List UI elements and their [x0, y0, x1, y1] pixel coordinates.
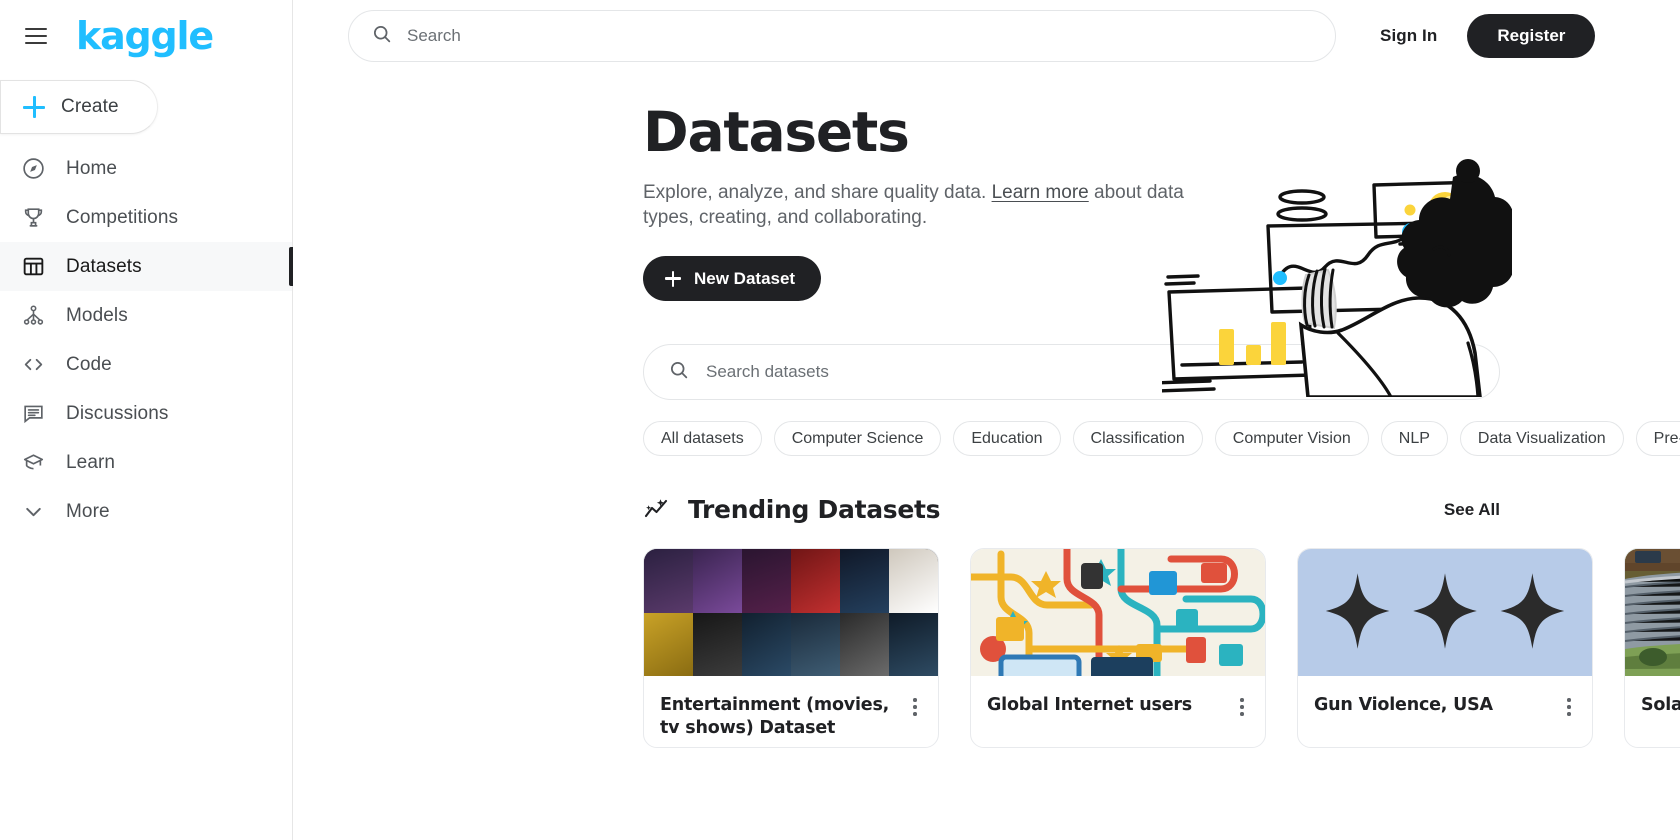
- compass-icon: [20, 156, 46, 182]
- dataset-card-title: Gun Violence, USA: [1314, 695, 1493, 715]
- dataset-search-bar[interactable]: Filters: [643, 344, 1500, 400]
- dataset-card[interactable]: Global Internet users: [970, 548, 1266, 748]
- more-options-icon[interactable]: [1233, 696, 1251, 718]
- new-dataset-button[interactable]: New Dataset: [643, 256, 822, 302]
- code-brackets-icon: [20, 352, 46, 378]
- hamburger-menu-icon[interactable]: [14, 14, 58, 58]
- chip-nlp[interactable]: NLP: [1380, 421, 1448, 456]
- trending-section-header: Trending Datasets See All: [293, 456, 1680, 524]
- dataset-card-header: Solar Energy Production: [1625, 676, 1680, 718]
- comment-lines-icon: [20, 401, 46, 427]
- dataset-thumbnail: [644, 549, 938, 676]
- dataset-search-input[interactable]: [706, 362, 1377, 382]
- page-root: kaggle Create Home Competitions Datasets…: [0, 0, 1680, 840]
- sidebar-item-models[interactable]: Models: [0, 291, 292, 340]
- global-search-bar[interactable]: [348, 10, 1336, 62]
- dataset-card[interactable]: Gun Violence, USA: [1297, 548, 1593, 748]
- sidebar-item-learn[interactable]: Learn: [0, 438, 292, 487]
- dataset-card[interactable]: Solar Energy Production: [1624, 548, 1680, 748]
- learn-more-link[interactable]: Learn more: [992, 182, 1089, 203]
- main-content: Sign In Register Datasets Explore, analy…: [293, 0, 1680, 840]
- dataset-card-subtitle: [1298, 718, 1592, 725]
- create-button[interactable]: Create: [0, 80, 158, 134]
- sidebar-item-label: Learn: [66, 451, 116, 473]
- dataset-thumbnail: [1625, 549, 1680, 676]
- plus-icon: [23, 96, 45, 118]
- more-options-icon[interactable]: [1560, 696, 1578, 718]
- sign-in-button[interactable]: Sign In: [1380, 26, 1437, 46]
- sidebar-item-more[interactable]: More: [0, 487, 292, 536]
- model-tree-icon: [20, 303, 46, 329]
- filter-icon: [1393, 360, 1413, 385]
- sidebar-item-home[interactable]: Home: [0, 144, 292, 193]
- sidebar-item-datasets[interactable]: Datasets: [0, 242, 293, 291]
- top-bar: Sign In Register: [293, 0, 1680, 72]
- chip-computer-vision[interactable]: Computer Vision: [1214, 421, 1369, 456]
- sidebar-item-label: Models: [66, 304, 128, 326]
- dataset-card-header: Entertainment (movies, tv shows) Dataset: [644, 676, 938, 740]
- table-icon: [20, 254, 46, 280]
- dataset-card-subtitle: [1625, 718, 1680, 725]
- hero-section: Datasets Explore, analyze, and share qua…: [293, 72, 1680, 399]
- dataset-card-title: Entertainment (movies, tv shows) Dataset: [660, 695, 890, 738]
- sidebar-item-label: Discussions: [66, 402, 169, 424]
- chevron-down-icon: [20, 499, 46, 525]
- dataset-search-section: Filters: [293, 330, 1680, 400]
- sidebar-item-label: Competitions: [66, 206, 179, 228]
- sidebar-item-code[interactable]: Code: [0, 340, 292, 389]
- dataset-card-header: Global Internet users: [971, 676, 1265, 718]
- trending-sparkle-icon: [643, 496, 671, 524]
- dataset-card-subtitle: [644, 740, 938, 747]
- hero-description-part1: Explore, analyze, and share quality data…: [643, 181, 992, 203]
- trending-heading: Trending Datasets: [688, 495, 941, 524]
- trophy-icon: [20, 205, 46, 231]
- sidebar-nav: Home Competitions Datasets Models Code D…: [0, 144, 293, 536]
- hero-description: Explore, analyze, and share quality data…: [643, 180, 1223, 231]
- search-icon: [668, 359, 690, 386]
- new-dataset-label: New Dataset: [694, 268, 796, 288]
- chip-all-datasets[interactable]: All datasets: [643, 421, 762, 456]
- filters-label: Filters: [1423, 362, 1475, 381]
- more-options-icon[interactable]: [906, 696, 924, 718]
- kaggle-logo[interactable]: kaggle: [76, 17, 214, 55]
- chip-pre-trained-model[interactable]: Pre-Trained Model: [1635, 421, 1680, 456]
- search-icon: [371, 23, 393, 50]
- dataset-thumbnail: [1298, 549, 1592, 676]
- trending-cards-row: Entertainment (movies, tv shows) Dataset: [293, 524, 1680, 748]
- chip-education[interactable]: Education: [953, 421, 1061, 456]
- filters-button[interactable]: Filters: [1393, 360, 1475, 385]
- dataset-card-title: Global Internet users: [987, 695, 1193, 715]
- sidebar-header: kaggle: [0, 0, 292, 72]
- register-button[interactable]: Register: [1467, 14, 1596, 58]
- sidebar-item-discussions[interactable]: Discussions: [0, 389, 292, 438]
- sidebar-item-label: Code: [66, 353, 112, 375]
- sidebar: kaggle Create Home Competitions Datasets…: [0, 0, 293, 840]
- dataset-thumbnail: [971, 549, 1265, 676]
- dataset-card-header: Gun Violence, USA: [1298, 676, 1592, 718]
- search-input[interactable]: [407, 26, 1313, 46]
- chip-classification[interactable]: Classification: [1072, 421, 1203, 456]
- dataset-card-title: Solar Energy Production: [1641, 695, 1680, 715]
- sidebar-item-competitions[interactable]: Competitions: [0, 193, 292, 242]
- sidebar-item-label: Datasets: [66, 255, 142, 277]
- dataset-card[interactable]: Entertainment (movies, tv shows) Dataset: [643, 548, 939, 748]
- create-button-label: Create: [61, 96, 119, 117]
- chip-data-visualization[interactable]: Data Visualization: [1459, 421, 1624, 456]
- page-title: Datasets: [643, 100, 910, 164]
- see-all-link[interactable]: See All: [1444, 500, 1500, 520]
- chip-computer-science[interactable]: Computer Science: [773, 421, 942, 456]
- sidebar-item-label: Home: [66, 157, 118, 179]
- category-chip-row: All datasets Computer Science Education …: [293, 400, 1680, 456]
- graduation-cap-icon: [20, 450, 46, 476]
- sidebar-item-label: More: [66, 500, 110, 522]
- dataset-card-subtitle: [971, 718, 1265, 725]
- plus-icon: [665, 270, 681, 287]
